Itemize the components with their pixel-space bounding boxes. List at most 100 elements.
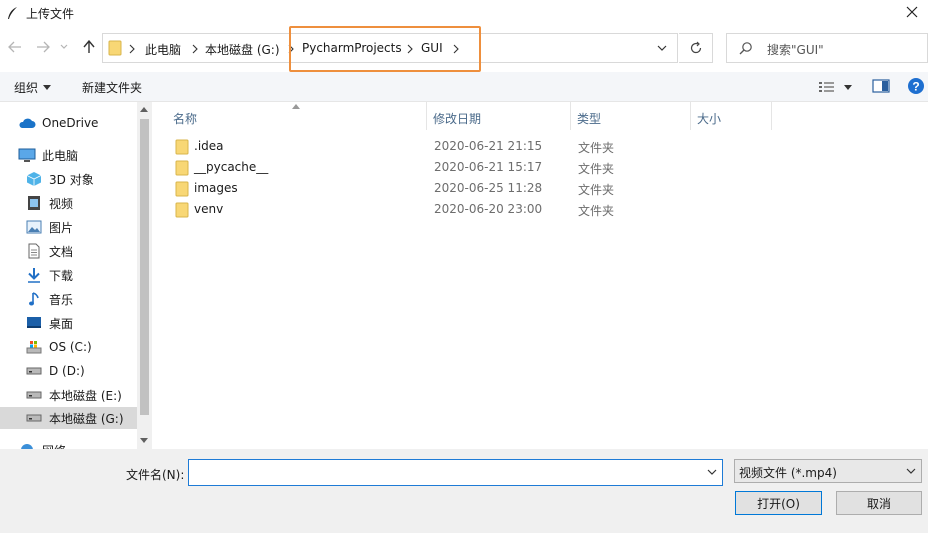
file-modified: 2020-06-25 11:28 (434, 181, 543, 195)
nav-item-label: 文档 (49, 244, 74, 259)
nav-item-this-pc[interactable]: 此电脑 (18, 144, 152, 166)
cancel-button[interactable]: 取消 (836, 491, 922, 515)
dialog-footer: 文件名(N): 视频文件 (*.mp4) 打开(O) 取消 (0, 449, 928, 533)
file-type: 文件夹 (578, 183, 615, 197)
address-history-button[interactable] (652, 39, 672, 57)
table-row[interactable]: venv 2020-06-20 23:00 文件夹 (172, 199, 672, 220)
close-icon[interactable] (904, 4, 920, 20)
search-input[interactable]: 搜索"GUI" (767, 41, 824, 58)
scroll-up-icon[interactable] (140, 107, 148, 112)
recent-locations-button[interactable] (59, 38, 69, 56)
command-bar: 组织 新建文件夹 ? (0, 72, 928, 102)
nav-item-network[interactable]: 网络 (18, 439, 152, 449)
nav-item-drive-c[interactable]: OS (C:) (25, 336, 152, 358)
back-button[interactable] (6, 38, 24, 56)
nav-item-onedrive[interactable]: OneDrive (18, 112, 152, 134)
nav-item-label: 图片 (49, 220, 74, 235)
navigation-scrollbar[interactable] (137, 102, 152, 449)
organize-button[interactable]: 组织 (14, 79, 38, 96)
file-name: images (194, 181, 238, 195)
folder-icon (175, 181, 189, 197)
filetype-value: 视频文件 (*.mp4) (739, 466, 837, 480)
scrollbar-thumb[interactable] (140, 119, 149, 415)
search-icon (739, 42, 752, 55)
file-modified: 2020-06-21 21:15 (434, 139, 543, 153)
cloud-icon (18, 115, 36, 131)
column-header-name[interactable]: 名称 (152, 102, 427, 130)
open-button[interactable]: 打开(O) (735, 491, 822, 515)
refresh-icon (690, 41, 701, 54)
navigation-pane: OneDrive 此电脑 3D 对象 视频 图片 文档 下载 音乐 桌面 OS … (0, 102, 152, 449)
nav-item-label: OneDrive (42, 116, 99, 130)
help-icon[interactable]: ? (907, 77, 925, 95)
nav-item-videos[interactable]: 视频 (25, 192, 152, 214)
folder-icon (108, 40, 122, 56)
refresh-button[interactable] (679, 33, 713, 63)
file-name: venv (194, 202, 224, 216)
chevron-right-icon (129, 44, 135, 54)
arrow-right-icon (37, 41, 50, 53)
scroll-down-icon[interactable] (140, 438, 148, 443)
column-header-modified[interactable]: 修改日期 (427, 102, 571, 130)
nav-item-label: 本地磁盘 (E:) (49, 388, 122, 403)
search-box[interactable]: 搜索"GUI" (726, 33, 928, 63)
drive-icon (25, 363, 43, 379)
highlight-box (289, 26, 481, 72)
column-header-label: 大小 (697, 112, 722, 126)
filetype-select[interactable]: 视频文件 (*.mp4) (734, 459, 922, 483)
network-icon (18, 442, 36, 449)
folder-icon (175, 202, 189, 218)
breadcrumb-this-pc[interactable]: 此电脑 (145, 41, 181, 58)
column-header-label: 类型 (577, 112, 602, 126)
chevron-down-icon (657, 45, 667, 51)
folder-icon (175, 139, 189, 155)
nav-item-label: OS (C:) (49, 340, 92, 354)
nav-item-label: 音乐 (49, 292, 74, 307)
folder-icon (175, 160, 189, 176)
new-folder-button[interactable]: 新建文件夹 (82, 79, 142, 96)
desktop-icon (25, 315, 43, 331)
nav-item-3d-objects[interactable]: 3D 对象 (25, 168, 152, 190)
system-drive-icon (25, 339, 43, 355)
file-type: 文件夹 (578, 204, 615, 218)
document-icon (25, 243, 43, 259)
file-type: 文件夹 (578, 162, 615, 176)
column-header-type[interactable]: 类型 (571, 102, 691, 130)
nav-item-drive-e[interactable]: 本地磁盘 (E:) (25, 384, 152, 406)
table-row[interactable]: __pycache__ 2020-06-21 15:17 文件夹 (172, 157, 672, 178)
table-row[interactable]: .idea 2020-06-21 21:15 文件夹 (172, 136, 672, 157)
column-header-size[interactable]: 大小 (691, 102, 772, 130)
video-icon (25, 195, 43, 211)
nav-item-label: 3D 对象 (49, 172, 94, 187)
nav-item-music[interactable]: 音乐 (25, 288, 152, 310)
nav-item-label: 本地磁盘 (G:) (49, 411, 124, 426)
breadcrumb-drive-g[interactable]: 本地磁盘 (G:) (205, 41, 280, 58)
title-bar: 上传文件 (0, 0, 928, 26)
open-button-label: 打开(O) (757, 496, 800, 511)
view-options-caret-icon[interactable] (844, 85, 852, 90)
nav-item-drive-d[interactable]: D (D:) (25, 360, 152, 382)
nav-item-downloads[interactable]: 下载 (25, 264, 152, 286)
chevron-down-icon (906, 468, 916, 474)
table-row[interactable]: images 2020-06-25 11:28 文件夹 (172, 178, 672, 199)
picture-icon (25, 219, 43, 235)
nav-item-label: 桌面 (49, 316, 74, 331)
nav-item-pictures[interactable]: 图片 (25, 216, 152, 238)
computer-icon (18, 147, 36, 163)
chevron-down-icon[interactable] (707, 469, 717, 475)
filename-label: 文件名(N): (126, 468, 185, 482)
svg-text:?: ? (912, 80, 919, 94)
forward-button[interactable] (34, 38, 52, 56)
nav-item-documents[interactable]: 文档 (25, 240, 152, 262)
nav-item-label: D (D:) (49, 364, 85, 378)
arrow-up-icon (83, 40, 95, 53)
file-modified: 2020-06-21 15:17 (434, 160, 543, 174)
file-modified: 2020-06-20 23:00 (434, 202, 543, 216)
view-options-icon[interactable] (818, 80, 836, 94)
up-button[interactable] (80, 38, 98, 56)
nav-item-drive-g[interactable]: 本地磁盘 (G:) (0, 407, 137, 429)
drive-icon (25, 387, 43, 403)
preview-pane-icon[interactable] (872, 79, 890, 93)
filename-field[interactable] (188, 459, 723, 486)
nav-item-desktop[interactable]: 桌面 (25, 312, 152, 334)
